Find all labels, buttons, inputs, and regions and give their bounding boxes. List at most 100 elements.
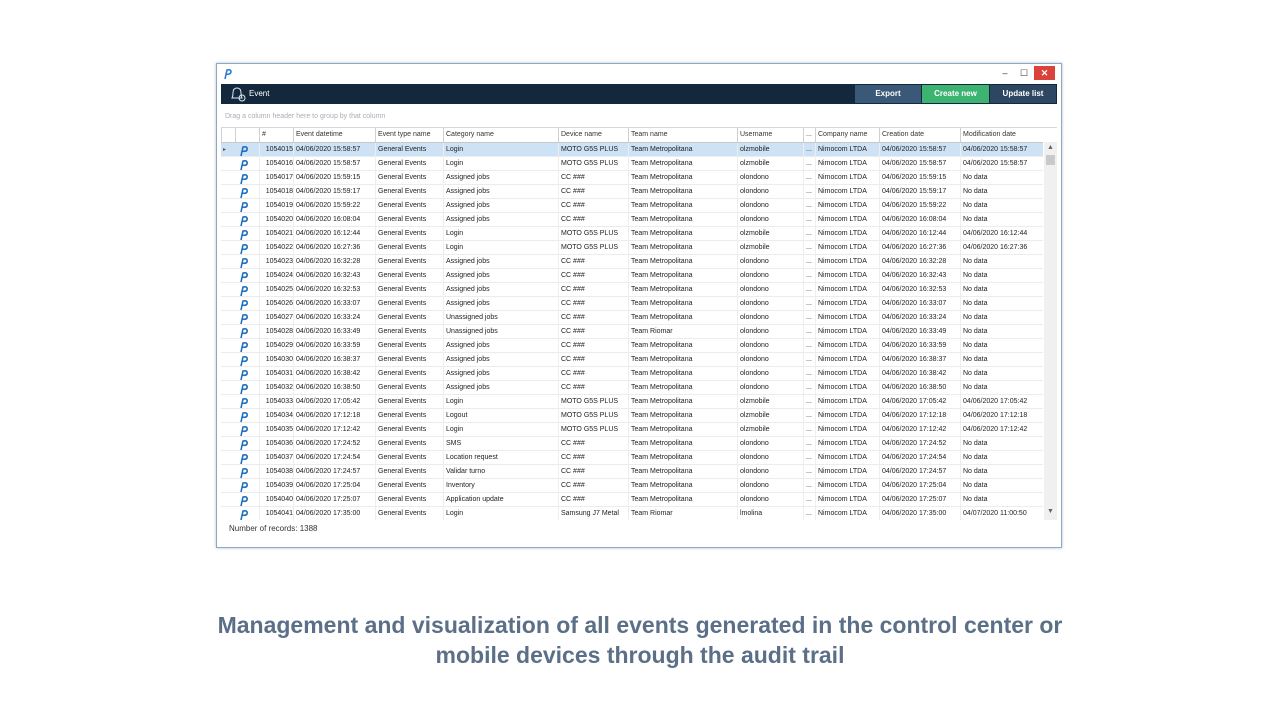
column-header[interactable]: Company name — [815, 128, 879, 142]
table-cell: olondono — [737, 185, 803, 199]
table-row[interactable]: 1054020 04/06/2020 16:08:04 General Events… — [221, 213, 1043, 227]
export-button[interactable]: Export — [855, 85, 921, 103]
table-row[interactable]: 1054016 04/06/2020 15:58:57 General Events… — [221, 157, 1043, 171]
table-cell: ... — [803, 423, 815, 437]
table-cell: 1054040 — [259, 493, 293, 507]
table-row[interactable]: 1054031 04/06/2020 16:38:42 General Events… — [221, 367, 1043, 381]
table-row[interactable]: 1054039 04/06/2020 17:25:04 General Events… — [221, 479, 1043, 493]
scroll-thumb[interactable] — [1046, 155, 1055, 165]
table-cell: Team Metropolitana — [628, 381, 737, 395]
table-cell: olondono — [737, 353, 803, 367]
table-cell: No data — [960, 185, 1043, 199]
table-row[interactable]: 1054029 04/06/2020 16:33:59 General Events… — [221, 339, 1043, 353]
record-count: Number of records: 1388 — [229, 524, 318, 533]
column-header[interactable]: ... — [803, 128, 815, 142]
table-cell: CC ### — [558, 479, 628, 493]
column-header[interactable]: Device name — [558, 128, 628, 142]
table-cell: Team Metropolitana — [628, 395, 737, 409]
table-cell: 1054031 — [259, 367, 293, 381]
vertical-scrollbar[interactable]: ▲ ▼ — [1044, 142, 1057, 520]
table-cell: 04/06/2020 17:12:42 — [293, 423, 375, 437]
table-row[interactable]: 1054030 04/06/2020 16:38:37 General Events… — [221, 353, 1043, 367]
table-cell: 04/06/2020 16:27:36 — [293, 241, 375, 255]
table-cell: No data — [960, 199, 1043, 213]
table-cell: 04/06/2020 17:24:57 — [293, 465, 375, 479]
maximize-button[interactable]: ☐ — [1016, 66, 1032, 80]
table-row[interactable]: 1054018 04/06/2020 15:59:17 General Events… — [221, 185, 1043, 199]
table-cell: ... — [803, 269, 815, 283]
close-button[interactable]: ✕ — [1034, 66, 1055, 80]
table-cell: General Events — [375, 367, 443, 381]
table-cell: 1054028 — [259, 325, 293, 339]
table-cell: 04/06/2020 15:59:15 — [293, 171, 375, 185]
update-list-button[interactable]: Update list — [990, 85, 1056, 103]
table-cell: No data — [960, 437, 1043, 451]
table-cell: No data — [960, 325, 1043, 339]
table-cell: 04/06/2020 17:12:18 — [879, 409, 960, 423]
table-row[interactable]: 1054017 04/06/2020 15:59:15 General Events… — [221, 171, 1043, 185]
title-bar: – ☐ ✕ — [217, 64, 1061, 84]
table-row[interactable]: 1054038 04/06/2020 17:24:57 General Events… — [221, 465, 1043, 479]
column-header[interactable]: # — [259, 128, 293, 142]
create-new-button[interactable]: Create new — [922, 85, 989, 103]
table-row[interactable]: 1054033 04/06/2020 17:05:42 General Events… — [221, 395, 1043, 409]
table-cell: olzmobile — [737, 143, 803, 157]
table-cell: Nimocom LTDA — [815, 311, 879, 325]
table-cell: olondono — [737, 283, 803, 297]
table-cell: CC ### — [558, 269, 628, 283]
table-cell: olondono — [737, 311, 803, 325]
table-row[interactable]: 1054036 04/06/2020 17:24:52 General Events… — [221, 437, 1043, 451]
table-row[interactable]: 1054037 04/06/2020 17:24:54 General Events… — [221, 451, 1043, 465]
table-row[interactable]: ▸ 1054015 04/06/2020 15:58:57 General Event… — [221, 143, 1043, 157]
group-by-panel[interactable]: Drag a column header here to group by th… — [221, 108, 1057, 126]
column-header[interactable]: Team name — [628, 128, 737, 142]
table-row[interactable]: 1054035 04/06/2020 17:12:42 General Events… — [221, 423, 1043, 437]
table-cell: olzmobile — [737, 423, 803, 437]
table-row[interactable]: 1054034 04/06/2020 17:12:18 General Events… — [221, 409, 1043, 423]
column-header[interactable]: Username — [737, 128, 803, 142]
table-row[interactable]: 1054021 04/06/2020 16:12:44 General Events… — [221, 227, 1043, 241]
column-header[interactable]: Modification date — [960, 128, 1043, 142]
table-cell: 1054039 — [259, 479, 293, 493]
minimize-button[interactable]: – — [997, 66, 1013, 80]
table-cell: olzmobile — [737, 241, 803, 255]
table-cell: ... — [803, 283, 815, 297]
table-cell: ... — [803, 437, 815, 451]
table-cell: olondono — [737, 367, 803, 381]
table-row[interactable]: 1054022 04/06/2020 16:27:36 General Events… — [221, 241, 1043, 255]
table-row[interactable]: 1054027 04/06/2020 16:33:24 General Events… — [221, 311, 1043, 325]
column-header[interactable]: Creation date — [879, 128, 960, 142]
table-row[interactable]: 1054025 04/06/2020 16:32:53 General Events… — [221, 283, 1043, 297]
table-cell: No data — [960, 311, 1043, 325]
table-row[interactable]: 1054032 04/06/2020 16:38:50 General Events… — [221, 381, 1043, 395]
table-cell: 1054024 — [259, 269, 293, 283]
column-header[interactable]: Category name — [443, 128, 558, 142]
table-cell: 04/06/2020 16:33:24 — [293, 311, 375, 325]
table-row[interactable]: 1054024 04/06/2020 16:32:43 General Events… — [221, 269, 1043, 283]
header-corner — [221, 128, 235, 142]
table-cell: Login — [443, 143, 558, 157]
table-cell: 04/06/2020 15:58:57 — [293, 157, 375, 171]
column-header[interactable]: Event type name — [375, 128, 443, 142]
scroll-down-icon[interactable]: ▼ — [1044, 506, 1057, 518]
table-cell: General Events — [375, 353, 443, 367]
table-cell: 04/06/2020 15:58:57 — [879, 143, 960, 157]
table-cell: ... — [803, 381, 815, 395]
table-cell: Team Metropolitana — [628, 171, 737, 185]
table-row[interactable]: 1054019 04/06/2020 15:59:22 General Events… — [221, 199, 1043, 213]
table-cell: Team Metropolitana — [628, 283, 737, 297]
table-cell: General Events — [375, 297, 443, 311]
table-cell: 04/06/2020 16:33:49 — [879, 325, 960, 339]
table-cell: 04/06/2020 16:38:50 — [293, 381, 375, 395]
table-cell: SMS — [443, 437, 558, 451]
scroll-up-icon[interactable]: ▲ — [1044, 142, 1057, 154]
table-row[interactable]: 1054023 04/06/2020 16:32:28 General Events… — [221, 255, 1043, 269]
table-cell: Logout — [443, 409, 558, 423]
table-cell: General Events — [375, 465, 443, 479]
table-row[interactable]: 1054028 04/06/2020 16:33:49 General Events… — [221, 325, 1043, 339]
table-row[interactable]: 1054026 04/06/2020 16:33:07 General Events… — [221, 297, 1043, 311]
table-row[interactable]: 1054040 04/06/2020 17:25:07 General Events… — [221, 493, 1043, 507]
column-header[interactable]: Event datetime — [293, 128, 375, 142]
table-row[interactable]: 1054041 04/06/2020 17:35:00 General Events… — [221, 507, 1043, 520]
table-cell: 04/06/2020 16:27:36 — [960, 241, 1043, 255]
